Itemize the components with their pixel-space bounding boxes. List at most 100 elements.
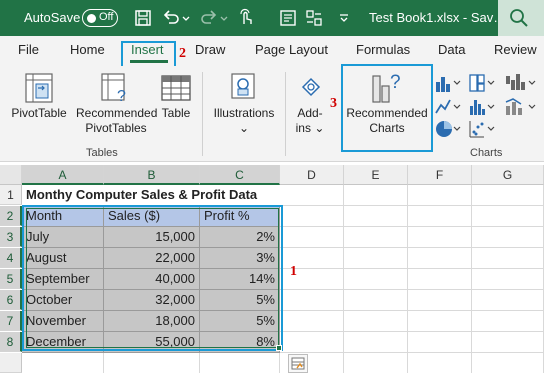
- illustrations-icon[interactable]: [230, 72, 256, 100]
- grid-cell[interactable]: [344, 269, 408, 290]
- grid-cell[interactable]: [472, 227, 544, 248]
- pie-chart-icon[interactable]: [434, 118, 462, 140]
- customize-icon[interactable]: [338, 8, 350, 28]
- touch-mode-icon[interactable]: [236, 8, 256, 28]
- grid-cell[interactable]: [344, 311, 408, 332]
- grid-cell[interactable]: [280, 332, 344, 353]
- grid-cell[interactable]: [22, 353, 104, 373]
- form-icon[interactable]: [278, 8, 298, 28]
- recommended-charts-line2: Charts: [369, 121, 405, 135]
- grid-cell[interactable]: [408, 332, 472, 353]
- grid-cell[interactable]: [344, 248, 408, 269]
- table-button[interactable]: Table: [156, 106, 196, 121]
- redo-dropdown-icon[interactable]: [219, 8, 229, 28]
- column-header-a[interactable]: A: [22, 165, 104, 185]
- grid-cell[interactable]: [344, 206, 408, 227]
- grid-cell[interactable]: [408, 206, 472, 227]
- grid-cell[interactable]: [408, 290, 472, 311]
- grid-cell[interactable]: [344, 332, 408, 353]
- recommended-charts-icon[interactable]: ?: [370, 70, 404, 104]
- cell-d1[interactable]: [280, 185, 344, 206]
- tab-formulas[interactable]: Formulas: [356, 42, 410, 57]
- scatter-chart-icon[interactable]: [468, 118, 496, 140]
- tab-draw[interactable]: Draw: [195, 42, 225, 57]
- undo-icon[interactable]: [161, 8, 181, 28]
- grid-cell[interactable]: [472, 290, 544, 311]
- column-header-f[interactable]: F: [408, 165, 472, 185]
- column-header-c[interactable]: C: [200, 165, 280, 185]
- waterfall-chart-icon[interactable]: [504, 72, 538, 94]
- quick-analysis-button[interactable]: [288, 354, 308, 373]
- addins-button[interactable]: Add- ins ⌄: [292, 106, 328, 136]
- cell-e1[interactable]: [344, 185, 408, 206]
- row-header-4[interactable]: 4: [0, 248, 22, 268]
- recommended-charts-button[interactable]: Recommended Charts: [344, 106, 430, 136]
- grid-cell[interactable]: [344, 290, 408, 311]
- combo-chart-icon[interactable]: [504, 96, 538, 118]
- hierarchy-chart-icon[interactable]: [468, 72, 496, 94]
- search-button[interactable]: [498, 0, 544, 36]
- grid-cell[interactable]: [472, 332, 544, 353]
- grid-cell[interactable]: [280, 227, 344, 248]
- illustrations-button[interactable]: Illustrations ⌄: [208, 106, 280, 136]
- row-header-2[interactable]: 2: [0, 206, 22, 226]
- select-all-corner[interactable]: [0, 165, 22, 185]
- recommended-pivottables-button[interactable]: Recommended PivotTables: [76, 106, 157, 136]
- row-header-7[interactable]: 7: [0, 311, 22, 331]
- grid-cell[interactable]: [472, 353, 544, 373]
- grid-cell[interactable]: [408, 227, 472, 248]
- addins-icon[interactable]: [298, 74, 324, 100]
- addins-chevron: ⌄: [314, 121, 325, 135]
- grid-cell[interactable]: [280, 290, 344, 311]
- fill-handle[interactable]: [276, 345, 282, 351]
- addins-line1: Add-: [297, 106, 323, 120]
- grid-cell[interactable]: [344, 353, 408, 373]
- grid-cell[interactable]: [280, 206, 344, 227]
- autosave-toggle[interactable]: Off: [82, 9, 118, 27]
- sort-icon[interactable]: [304, 8, 324, 28]
- cell-g1[interactable]: [472, 185, 544, 206]
- column-header-e[interactable]: E: [344, 165, 408, 185]
- addins-line2-text: ins: [295, 121, 311, 135]
- column-chart-icon[interactable]: [434, 72, 462, 94]
- row-header-1[interactable]: 1: [0, 185, 22, 205]
- cell-f1[interactable]: [408, 185, 472, 206]
- grid-cell[interactable]: [408, 248, 472, 269]
- recommended-pivottables-icon[interactable]: ?: [100, 72, 130, 104]
- tab-review[interactable]: Review: [494, 42, 537, 57]
- table-icon[interactable]: [160, 74, 192, 102]
- grid-cell[interactable]: [104, 353, 200, 373]
- grid-cell[interactable]: [408, 353, 472, 373]
- line-chart-icon[interactable]: [434, 96, 462, 118]
- grid-cell[interactable]: [408, 269, 472, 290]
- column-header-g[interactable]: G: [472, 165, 544, 185]
- undo-dropdown-icon[interactable]: [181, 8, 191, 28]
- grid-cell[interactable]: [344, 227, 408, 248]
- grid-cell[interactable]: [280, 311, 344, 332]
- grid-cell[interactable]: [472, 248, 544, 269]
- row-header-3[interactable]: 3: [0, 227, 22, 247]
- ribbon-separator: [285, 72, 286, 156]
- row-header-6[interactable]: 6: [0, 290, 22, 310]
- redo-icon[interactable]: [199, 8, 219, 28]
- grid-cell[interactable]: [472, 311, 544, 332]
- tab-file[interactable]: File: [18, 42, 39, 57]
- grid-cell[interactable]: [408, 311, 472, 332]
- grid-cell[interactable]: [200, 353, 280, 373]
- tab-data[interactable]: Data: [438, 42, 465, 57]
- pivottable-icon[interactable]: [24, 72, 54, 104]
- column-header-b[interactable]: B: [104, 165, 200, 185]
- tab-page-layout[interactable]: Page Layout: [255, 42, 328, 57]
- tab-home[interactable]: Home: [70, 42, 105, 57]
- row-header-5[interactable]: 5: [0, 269, 22, 289]
- title-cell[interactable]: Monthy Computer Sales & Profit Data: [22, 185, 280, 206]
- pivottable-button[interactable]: PivotTable: [6, 106, 72, 121]
- save-icon[interactable]: [133, 8, 153, 28]
- grid-cell[interactable]: [472, 206, 544, 227]
- row-header-8[interactable]: 8: [0, 332, 22, 352]
- column-header-d[interactable]: D: [280, 165, 344, 185]
- statistic-chart-icon[interactable]: [468, 96, 496, 118]
- grid-cell[interactable]: [472, 269, 544, 290]
- annotation-3: 3: [330, 96, 337, 111]
- row-header-9[interactable]: [0, 353, 22, 373]
